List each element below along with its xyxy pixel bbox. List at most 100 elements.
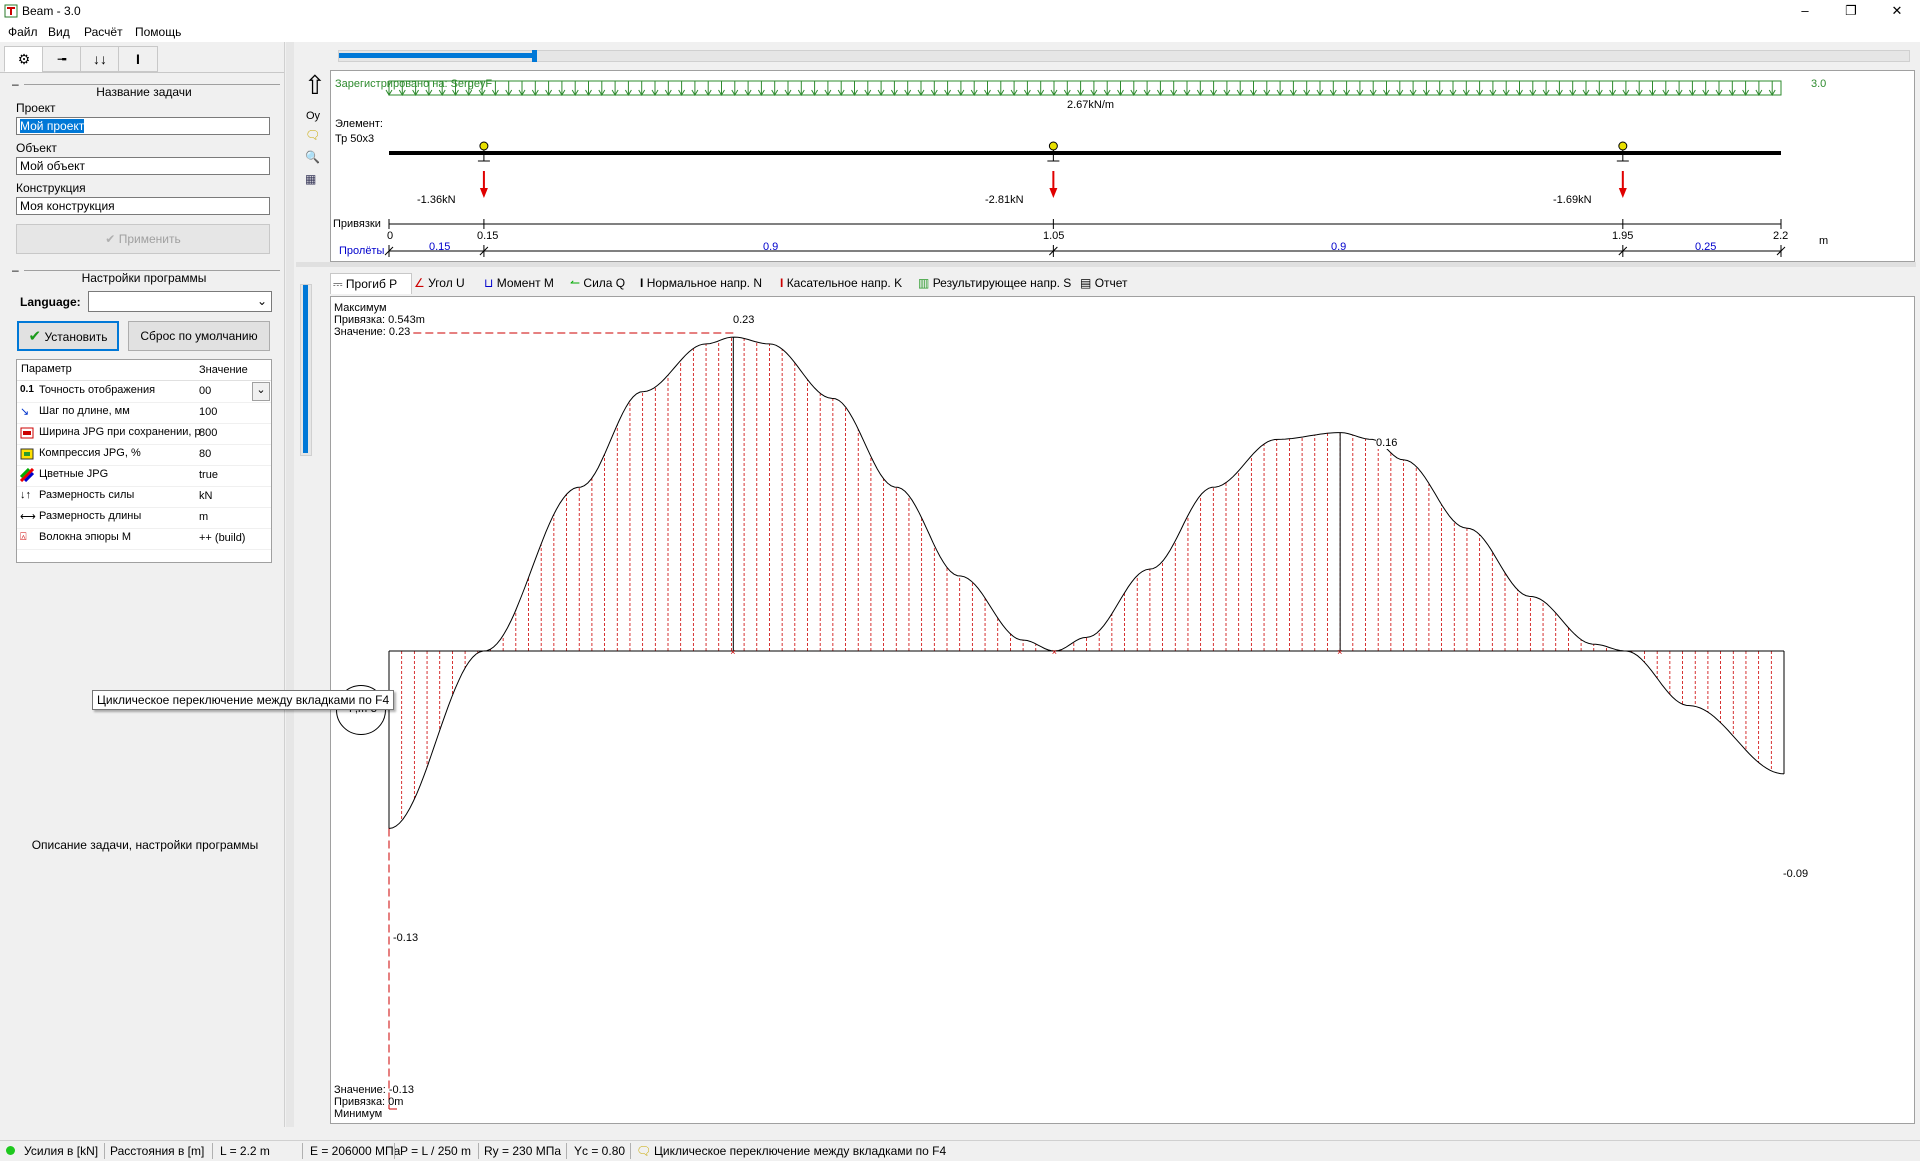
close-button[interactable]: ✕ [1874, 0, 1920, 22]
object-input[interactable]: Мой объект [16, 157, 270, 175]
tab-deflection[interactable]: ⎓ Прогиб P [330, 273, 412, 294]
param-row[interactable]: 0.1 Точность отображения 00 ⌄ [17, 381, 271, 403]
tab-settings[interactable]: ⚙ [4, 46, 44, 72]
distributed-load [385, 80, 1782, 96]
tab-supports[interactable]: ╼ [42, 46, 82, 72]
data-label-max2: 0.16 [1376, 437, 1398, 449]
tab-moment[interactable]: ⊔ Момент M [484, 273, 554, 293]
anchors-label: Привязки [333, 218, 381, 230]
check-icon: ✔ [28, 328, 42, 345]
param-row[interactable]: Ширина JPG при сохранении, р 800 [17, 423, 271, 445]
menu-help[interactable]: Помощь [135, 25, 181, 39]
tab-label: Угол U [428, 276, 465, 290]
status-hint: Циклическое переключение между вкладками… [654, 1144, 947, 1158]
anchor-label: 2.2 [1773, 230, 1789, 242]
menu-file[interactable]: Файл [8, 25, 38, 39]
apply-button[interactable]: ✔ Применить [16, 224, 270, 254]
tab-angle[interactable]: ∠ Угол U [414, 273, 465, 293]
param-name: Размерность длины [39, 510, 142, 522]
up-arrow-icon[interactable]: ⇧ [304, 72, 326, 98]
tab-shear[interactable]: ↼ Сила Q [570, 273, 625, 293]
check-icon: ✔ [105, 232, 116, 246]
status-yc: Yc = 0.80 [574, 1144, 626, 1158]
angle-icon: ∠ [414, 276, 425, 290]
status-separator [212, 1143, 213, 1159]
ibeam-icon: I [136, 51, 140, 67]
param-value: m [199, 511, 209, 523]
min-anchor: Привязка: 0m [334, 1096, 404, 1108]
support-pin [1618, 141, 1628, 151]
param-row[interactable]: Цветные JPG true [17, 465, 271, 487]
table-icon[interactable]: ▦ [305, 172, 316, 186]
shear-stress-icon: I [780, 276, 784, 290]
support-pin [1048, 141, 1058, 151]
reaction-arrow-head [1618, 188, 1627, 198]
zoom-track[interactable] [338, 50, 1910, 62]
param-name: Размерность силы [39, 489, 135, 501]
tab-label: Момент M [496, 276, 554, 290]
tab-label: Касательное напр. K [786, 276, 903, 290]
span-label: 0.25 [1695, 241, 1717, 253]
param-row[interactable]: ↘ Шаг по длине, мм 100 [17, 402, 271, 424]
param-row[interactable]: ⍓ Волокна эпюры М ++ (build) [17, 528, 271, 550]
chevron-down-icon[interactable]: ⌄ [252, 382, 270, 401]
span-label: 0.9 [763, 241, 779, 253]
task-section-label: Название задачи [96, 85, 192, 99]
support-mark: × [1052, 647, 1057, 657]
status-separator [566, 1143, 567, 1159]
max-title: Максимум [334, 302, 387, 314]
minimize-button[interactable]: – [1782, 0, 1828, 22]
support-mark: × [730, 647, 735, 657]
beam-scheme: Зарегистрировано на: SergeyF 3.0 Элемент… [330, 70, 1915, 262]
zoom-icon[interactable]: 🔍 [305, 150, 320, 164]
menu-calc[interactable]: Расчёт [84, 25, 123, 39]
scale-track[interactable] [300, 284, 312, 456]
param-value: 800 [199, 427, 218, 439]
report-icon: ▤ [1080, 276, 1092, 290]
install-button[interactable]: ✔ Установить [17, 321, 119, 351]
comment-icon: 🗨 [636, 1144, 652, 1158]
tab-normal-stress[interactable]: I Нормальное напр. N [640, 273, 762, 293]
normal-stress-icon: I [640, 276, 644, 290]
language-select[interactable]: ⌄ [88, 291, 272, 312]
status-bar: Усилия в [kN] Расстояния в [m] L = 2.2 m… [0, 1140, 1920, 1161]
params-table: Параметр Значение 0.1 Точность отображен… [16, 359, 272, 563]
tab-report[interactable]: ▤ Отчет [1080, 273, 1128, 293]
zoom-handle[interactable] [532, 50, 537, 62]
data-label-max1: 0.23 [733, 314, 755, 326]
horizontal-splitter[interactable] [296, 262, 1916, 267]
param-row[interactable]: ↓↑ Размерность силы kN [17, 486, 271, 508]
task-section-header[interactable]: – Название задачи [8, 77, 280, 99]
tab-resulting-stress[interactable]: ▥ Результирующее напр. S [918, 273, 1071, 293]
tab-shear-stress[interactable]: I Касательное напр. K [780, 273, 902, 293]
scale-track-fill [303, 285, 308, 453]
max-value: Значение: 0.23 [334, 326, 411, 338]
project-input[interactable]: Мой проект [16, 117, 270, 135]
param-row[interactable]: Компрессия JPG, % 80 [17, 444, 271, 466]
reset-button[interactable]: Сброс по умолчанию [128, 321, 270, 351]
app-icon [4, 4, 18, 18]
registered-text: Зарегистрировано на: SergeyF [335, 78, 493, 90]
menu-bar: Файл Вид Расчёт Помощь [0, 22, 1920, 42]
tab-section[interactable]: I [118, 46, 158, 72]
construction-label: Конструкция [16, 181, 86, 195]
version-text: 3.0 [1811, 78, 1827, 90]
unit-label: m [1819, 235, 1829, 247]
comment-icon[interactable]: 🗨 [305, 128, 320, 142]
restore-button[interactable]: ❐ [1828, 0, 1874, 22]
tab-loads[interactable]: ↓↓ [80, 46, 120, 72]
support-pin [479, 141, 489, 151]
param-row[interactable]: ⟷ Размерность длины m [17, 507, 271, 529]
menu-view[interactable]: Вид [48, 25, 70, 39]
settings-section-header[interactable]: – Настройки программы [8, 263, 280, 285]
shear-icon: ↼ [570, 276, 581, 290]
deflection-plot: × × × Максимум Привязка: 0.543m Значение: … [330, 296, 1915, 1124]
param-name: Цветные JPG [39, 468, 109, 480]
construction-input[interactable]: Моя конструкция [16, 197, 270, 215]
vertical-splitter[interactable] [286, 42, 294, 1127]
settings-section-label: Настройки программы [81, 271, 207, 285]
plot-svg: × × × [388, 332, 1785, 1110]
reaction-label: -1.69kN [1553, 194, 1592, 206]
project-label: Проект [16, 101, 56, 115]
title-bar: Beam - 3.0 – ❐ ✕ [0, 0, 1920, 22]
